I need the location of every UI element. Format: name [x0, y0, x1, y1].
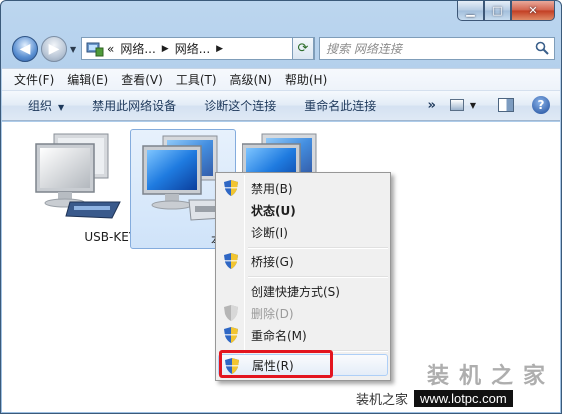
- minimize-icon: ▁: [466, 4, 475, 17]
- menu-item-label: 诊断(I): [251, 225, 288, 240]
- network-folder-icon: [86, 42, 104, 56]
- menu-item-create-shortcut[interactable]: 创建快捷方式(S): [218, 280, 388, 302]
- menu-item-label: 重命名(M): [251, 328, 307, 343]
- chevron-right-icon[interactable]: ▶: [162, 44, 169, 54]
- address-segment-2[interactable]: 网络...: [175, 40, 210, 57]
- menu-separator: [248, 276, 388, 278]
- recent-pages-dropdown[interactable]: ▼: [70, 45, 76, 54]
- dropdown-arrow-icon: ▼: [58, 103, 65, 112]
- menu-item-disable[interactable]: 禁用(B): [218, 177, 388, 199]
- watermark-small: 装机之家 www.lotpc.com: [356, 386, 556, 410]
- close-button[interactable]: ✕: [511, 1, 555, 21]
- dialup-modem-icon: [35, 133, 121, 219]
- address-segment-1[interactable]: 网络...: [120, 40, 155, 57]
- refresh-icon: ⟳: [297, 41, 309, 56]
- disable-device-button[interactable]: 禁用此网络设备: [92, 97, 176, 114]
- menu-item-rename[interactable]: 重命名(M): [218, 324, 388, 346]
- organize-button[interactable]: 组织 ▼: [28, 97, 64, 114]
- menu-item-diagnose[interactable]: 诊断(I): [218, 221, 388, 243]
- menu-tools[interactable]: 工具(T): [176, 71, 217, 88]
- search-icon[interactable]: [535, 41, 549, 55]
- refresh-button[interactable]: ⟳: [292, 37, 314, 60]
- connection-usb-key-dial[interactable]: USB-KEY DIAL: [26, 130, 168, 250]
- menu-bar: 文件(F) 编辑(E) 查看(V) 工具(T) 高级(N) 帮助(H): [2, 68, 560, 90]
- menu-separator: [248, 247, 388, 249]
- menu-item-bridge[interactable]: 桥接(G): [218, 250, 388, 272]
- rename-connection-button[interactable]: 重命名此连接: [304, 97, 376, 114]
- menu-advanced[interactable]: 高级(N): [230, 71, 272, 88]
- more-commands-button[interactable]: »: [427, 98, 435, 113]
- window-frame: ▁ □ ✕ ◀ ▶ ▼ « 网络... ▶ 网络... ▶ ▼ ⟳ 搜索 网络连…: [0, 0, 562, 414]
- back-button[interactable]: ◀: [12, 36, 38, 62]
- menu-item-label: 删除(D): [251, 306, 294, 321]
- back-arrow-icon: ◀: [19, 41, 31, 57]
- menu-item-delete: 删除(D): [218, 302, 388, 324]
- caption-buttons: ▁ □ ✕: [457, 1, 555, 21]
- search-placeholder: 搜索 网络连接: [326, 42, 402, 56]
- maximize-button[interactable]: □: [484, 1, 511, 21]
- menu-help[interactable]: 帮助(H): [285, 71, 327, 88]
- menu-view[interactable]: 查看(V): [121, 71, 163, 88]
- watermark-url: www.lotpc.com: [414, 389, 513, 407]
- uac-shield-icon: [224, 180, 238, 196]
- highlight-box: [219, 350, 333, 378]
- view-options-dropdown-icon[interactable]: ▼: [470, 101, 476, 110]
- close-icon: ✕: [528, 4, 538, 17]
- change-view-icon[interactable]: [449, 99, 464, 111]
- watermark-cn: 装机之家: [356, 392, 409, 408]
- menu-item-label: 创建快捷方式(S): [251, 284, 340, 299]
- menu-edit[interactable]: 编辑(E): [67, 71, 108, 88]
- minimize-button[interactable]: ▁: [457, 1, 484, 21]
- address-bar[interactable]: « 网络... ▶ 网络... ▶ ▼: [81, 37, 315, 60]
- chevron-right-icon[interactable]: ▶: [216, 44, 223, 54]
- menu-file[interactable]: 文件(F): [14, 71, 54, 88]
- search-input[interactable]: 搜索 网络连接: [319, 37, 555, 60]
- menu-item-label: 禁用(B): [251, 181, 293, 196]
- menu-item-label: 桥接(G): [251, 254, 294, 269]
- diagnose-connection-button[interactable]: 诊断这个连接: [204, 97, 276, 114]
- command-bar: 组织 ▼ 禁用此网络设备 诊断这个连接 重命名此连接 » ▼ ?: [2, 90, 560, 121]
- address-prefix[interactable]: «: [107, 42, 114, 56]
- help-icon[interactable]: ?: [532, 96, 550, 114]
- menu-item-label: 状态(U): [251, 203, 296, 218]
- menu-item-status[interactable]: 状态(U): [218, 199, 388, 221]
- command-bar-right: » ▼ ?: [427, 96, 550, 114]
- maximize-icon: □: [492, 4, 503, 17]
- organize-label: 组织: [28, 99, 53, 113]
- uac-shield-icon: [224, 253, 238, 269]
- forward-arrow-icon: ▶: [48, 41, 60, 57]
- uac-shield-icon: [224, 305, 238, 321]
- forward-button[interactable]: ▶: [41, 36, 67, 62]
- uac-shield-icon: [224, 327, 238, 343]
- navigation-row: ◀ ▶ ▼ « 网络... ▶ 网络... ▶ ▼ ⟳ 搜索 网络连接: [9, 34, 555, 64]
- preview-pane-icon[interactable]: [498, 98, 514, 112]
